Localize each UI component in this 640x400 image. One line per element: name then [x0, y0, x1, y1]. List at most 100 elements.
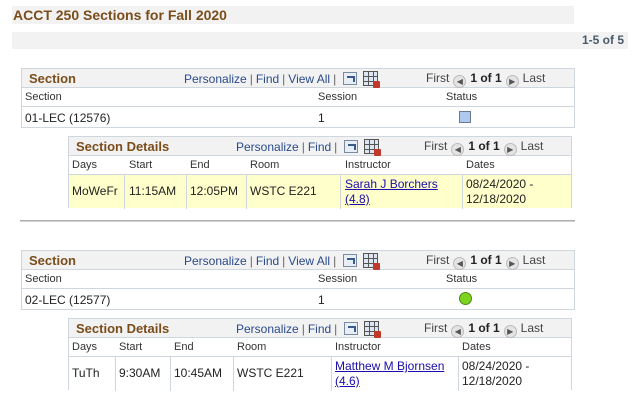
- new-window-icon[interactable]: [344, 140, 359, 153]
- results-count: 1-5 of 5: [581, 33, 624, 47]
- session-value: 1: [318, 293, 325, 307]
- chevron-right-icon[interactable]: ▶: [503, 143, 517, 156]
- details-grid-title: Section Details: [76, 139, 170, 154]
- open-circle-icon: [459, 292, 472, 305]
- grid-pager: First ◀ 1 of 1 ▶ Last: [426, 253, 545, 270]
- first-link[interactable]: First: [424, 321, 447, 335]
- section-number: 02-LEC (12577): [25, 293, 111, 307]
- meeting-start: 11:15AM: [129, 184, 177, 198]
- column-header-start: Start: [129, 159, 153, 171]
- download-grid-icon[interactable]: [363, 71, 381, 88]
- chevron-left-icon[interactable]: ◀: [451, 143, 465, 156]
- meeting-start: 9:30AM: [119, 366, 161, 380]
- download-grid-icon[interactable]: [364, 139, 382, 156]
- grid-toolbar: Personalize | Find | View All |: [184, 71, 381, 88]
- column-header-instructor: Instructor: [335, 341, 381, 353]
- instructor-link[interactable]: Sarah J Borchers: [345, 177, 438, 191]
- instructor-rating-link[interactable]: (4.6): [335, 374, 360, 388]
- section-grid-1: Section Personalize | Find | View All | First…: [21, 68, 575, 128]
- column-header-section: Section: [25, 91, 62, 103]
- find-link[interactable]: Find: [308, 140, 331, 154]
- pager-count: 1 of 1: [468, 321, 500, 335]
- column-header-room: Room: [237, 341, 267, 353]
- personalize-link[interactable]: Personalize: [184, 254, 247, 268]
- download-grid-icon[interactable]: [364, 321, 382, 338]
- column-header-days: Days: [72, 159, 98, 171]
- last-link[interactable]: Last: [523, 71, 546, 85]
- column-header-dates: Dates: [462, 341, 491, 353]
- column-header-session: Session: [318, 91, 358, 103]
- instructor-rating-link[interactable]: (4.8): [345, 192, 370, 206]
- view-all-link[interactable]: View All: [288, 254, 330, 268]
- details-pager: First ◀ 1 of 1 ▶ Last: [424, 321, 543, 338]
- meeting-days: MoWeFr: [72, 184, 118, 198]
- meeting-end: 10:45AM: [174, 366, 223, 380]
- last-link[interactable]: Last: [521, 139, 544, 153]
- new-window-icon[interactable]: [343, 72, 358, 85]
- section-grid-header: Section Personalize | Find | View All | First…: [22, 251, 574, 270]
- date-start: 08/24/2020 -: [462, 359, 530, 373]
- first-link[interactable]: First: [424, 139, 447, 153]
- meeting-row: MoWeFr 11:15AM 12:05PM WSTC E221 Sarah J…: [69, 174, 571, 209]
- chevron-left-icon[interactable]: ◀: [453, 75, 467, 88]
- meeting-end: 12:05PM: [190, 184, 239, 198]
- column-header-instructor: Instructor: [345, 159, 391, 171]
- chevron-right-icon[interactable]: ▶: [505, 257, 519, 270]
- chevron-left-icon[interactable]: ◀: [453, 257, 467, 270]
- personalize-link[interactable]: Personalize: [236, 140, 299, 154]
- section-grid-title: Section: [29, 71, 76, 86]
- section-number: 01-LEC (12576): [25, 111, 111, 125]
- pager-count: 1 of 1: [470, 253, 502, 267]
- download-grid-icon[interactable]: [363, 253, 381, 270]
- new-window-icon[interactable]: [344, 322, 359, 335]
- chevron-right-icon[interactable]: ▶: [505, 75, 519, 88]
- results-count-bar: 1-5 of 5: [12, 32, 628, 49]
- find-link[interactable]: Find: [256, 72, 279, 86]
- first-link[interactable]: First: [426, 253, 449, 267]
- column-header-dates: Dates: [466, 159, 495, 171]
- details-toolbar: Personalize | Find |: [236, 139, 382, 156]
- date-end: 12/18/2020: [466, 192, 527, 206]
- section-details-grid-1: Section Details Personalize | Find | First ◀…: [68, 136, 572, 209]
- column-header-section: Section: [25, 273, 62, 285]
- find-link[interactable]: Find: [308, 322, 331, 336]
- details-grid-header: Section Details Personalize | Find | First ◀…: [69, 137, 571, 156]
- pager-count: 1 of 1: [470, 71, 502, 85]
- section-grid-title: Section: [29, 253, 76, 268]
- row-divider: [22, 288, 574, 289]
- closed-square-icon: [459, 111, 471, 123]
- meeting-room: WSTC E221: [237, 366, 304, 380]
- last-link[interactable]: Last: [521, 321, 544, 335]
- first-link[interactable]: First: [426, 71, 449, 85]
- details-toolbar: Personalize | Find |: [236, 321, 382, 338]
- meeting-row: TuTh 9:30AM 10:45AM WSTC E221 Matthew M …: [69, 356, 571, 391]
- date-start: 08/24/2020 -: [466, 177, 534, 191]
- column-header-end: End: [190, 159, 210, 171]
- chevron-left-icon[interactable]: ◀: [451, 325, 465, 338]
- grid-toolbar: Personalize | Find | View All |: [184, 253, 381, 270]
- column-header-session: Session: [318, 273, 358, 285]
- view-all-link[interactable]: View All: [288, 72, 330, 86]
- session-value: 1: [318, 111, 325, 125]
- details-pager: First ◀ 1 of 1 ▶ Last: [424, 139, 543, 156]
- find-link[interactable]: Find: [256, 254, 279, 268]
- meeting-days: TuTh: [72, 366, 100, 380]
- date-end: 12/18/2020: [462, 374, 523, 388]
- new-window-icon[interactable]: [343, 254, 358, 267]
- column-header-end: End: [174, 341, 194, 353]
- column-header-status: Status: [446, 273, 478, 285]
- row-divider: [22, 106, 574, 107]
- pager-count: 1 of 1: [468, 139, 500, 153]
- details-grid-header: Section Details Personalize | Find | First ◀…: [69, 319, 571, 338]
- grid-pager: First ◀ 1 of 1 ▶ Last: [426, 71, 545, 88]
- personalize-link[interactable]: Personalize: [184, 72, 247, 86]
- chevron-right-icon[interactable]: ▶: [503, 325, 517, 338]
- page-title-bar: ACCT 250 Sections for Fall 2020: [12, 6, 574, 24]
- instructor-link[interactable]: Matthew M Bjornsen: [335, 359, 444, 373]
- column-header-status: Status: [446, 91, 478, 103]
- details-grid-title: Section Details: [76, 321, 170, 336]
- personalize-link[interactable]: Personalize: [236, 322, 299, 336]
- meeting-room: WSTC E221: [250, 184, 317, 198]
- last-link[interactable]: Last: [523, 253, 546, 267]
- section-details-grid-2: Section Details Personalize | Find | First ◀…: [68, 318, 572, 391]
